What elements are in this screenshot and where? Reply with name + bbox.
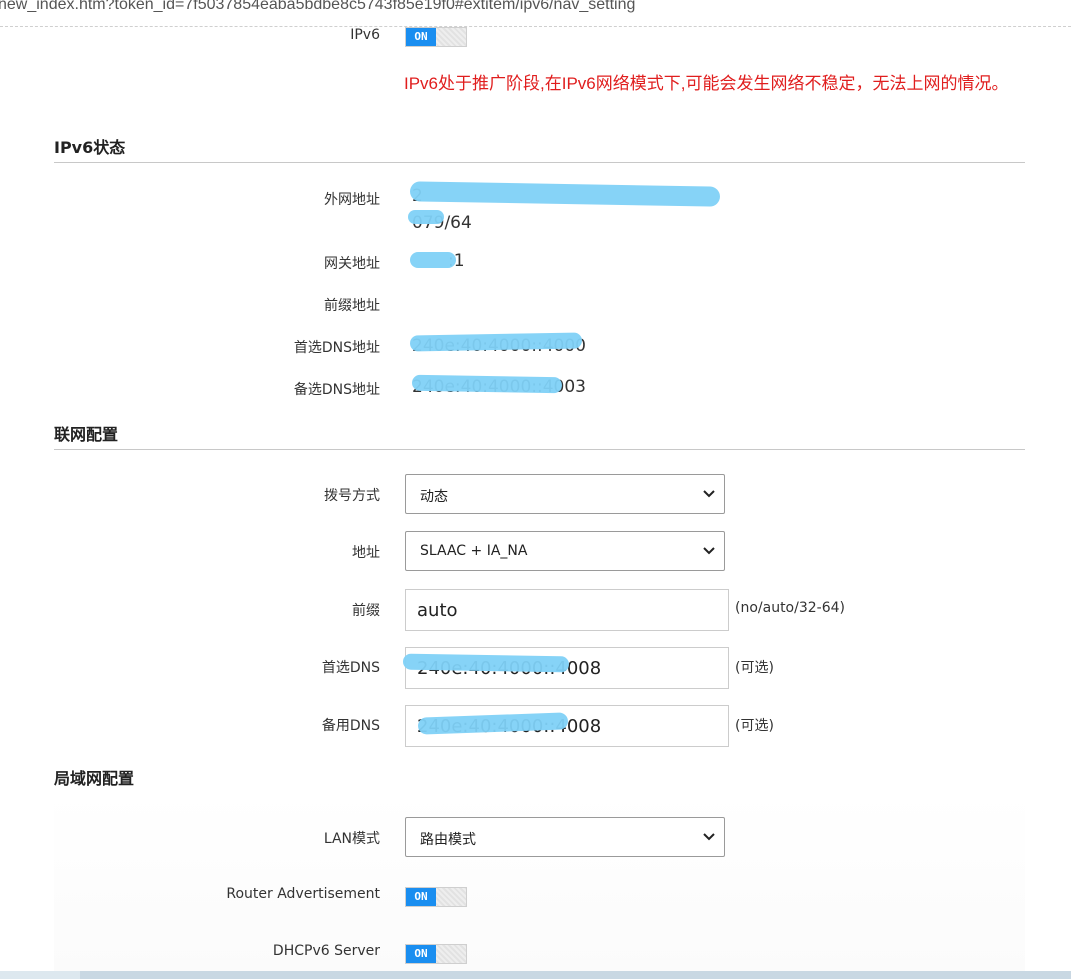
gateway-label: 网关地址 (324, 256, 380, 272)
horizontal-scrollbar[interactable] (0, 971, 1071, 979)
lan-mode-label: LAN模式 (323, 831, 380, 847)
dhcpv6-server-toggle-on: ON (406, 945, 436, 963)
backup-dns-label: 备用DNS (321, 718, 380, 734)
ipv6-label: IPv6 (350, 27, 380, 43)
redaction-mark (409, 181, 721, 207)
ipv6-warning: IPv6处于推广阶段,在IPv6网络模式下,可能会发生网络不稳定，无法上网的情况… (404, 74, 1009, 93)
router-advertisement-toggle[interactable]: ON (405, 887, 467, 907)
status-section-title: IPv6状态 (54, 134, 1025, 163)
primary-dns-address-label: 首选DNS地址 (293, 340, 380, 356)
ipv6-toggle[interactable]: ON (405, 27, 467, 47)
wan-address-label: 外网地址 (324, 192, 380, 208)
redaction-mark (409, 332, 583, 352)
address-bar[interactable]: new_index.htm?token_id=7f5037854eaba5bdb… (0, 0, 1071, 27)
chevron-down-icon (703, 833, 715, 841)
router-advertisement-label: Router Advertisement (226, 886, 380, 902)
lan-mode-selected: 路由模式 (420, 832, 476, 848)
redaction-mark (411, 374, 563, 394)
prefix-address-label: 前缀地址 (324, 298, 380, 314)
router-advertisement-toggle-on: ON (406, 888, 436, 906)
redaction-mark (408, 210, 444, 224)
chevron-down-icon (703, 490, 715, 498)
lan-mode-select[interactable]: 路由模式 (405, 817, 725, 857)
wan-section-title: 联网配置 (54, 421, 1025, 450)
url-text: new_index.htm?token_id=7f5037854eaba5bdb… (0, 0, 636, 13)
address-mode-label: 地址 (352, 545, 380, 561)
dhcpv6-server-label: DHCPv6 Server (272, 943, 380, 959)
backup-dns-hint: (可选) (735, 718, 774, 734)
backup-dns-address-label: 备选DNS地址 (293, 382, 380, 398)
prefix-hint: (no/auto/32-64) (735, 600, 845, 616)
ipv6-toggle-on: ON (406, 28, 436, 46)
primary-dns-hint: (可选) (735, 660, 774, 676)
dhcpv6-server-toggle[interactable]: ON (405, 944, 467, 964)
redaction-mark (402, 653, 570, 673)
address-mode-selected: SLAAC + IA_NA (420, 543, 528, 559)
lan-section-title: 局域网配置 (54, 765, 1025, 794)
primary-dns-label: 首选DNS (321, 660, 380, 676)
dial-mode-selected: 动态 (420, 489, 448, 505)
scrollbar-thumb[interactable] (80, 971, 1071, 979)
dial-mode-select[interactable]: 动态 (405, 474, 725, 514)
address-mode-select[interactable]: SLAAC + IA_NA (405, 531, 725, 571)
redaction-mark (410, 252, 456, 268)
prefix-input-value: auto (417, 600, 458, 621)
prefix-input[interactable]: auto (405, 589, 729, 631)
prefix-label: 前缀 (352, 603, 380, 619)
dial-mode-label: 拨号方式 (324, 488, 380, 504)
chevron-down-icon (703, 547, 715, 555)
